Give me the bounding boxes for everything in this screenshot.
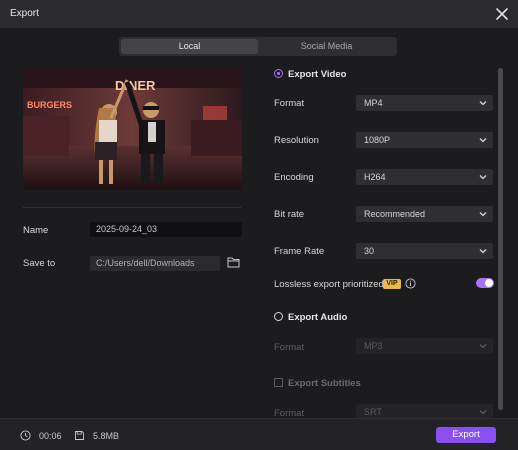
vip-badge: VIP bbox=[383, 279, 401, 289]
chevron-down-icon bbox=[479, 101, 487, 106]
subtitle-format-value: SRT bbox=[364, 407, 382, 417]
bit-rate-label: Bit rate bbox=[274, 209, 305, 220]
encoding-value: H264 bbox=[364, 172, 386, 182]
export-subtitles-label: Export Subtitles bbox=[288, 378, 361, 389]
encoding-label: Encoding bbox=[274, 172, 314, 183]
frame-rate-value: 30 bbox=[364, 246, 375, 256]
export-video-radio[interactable] bbox=[274, 69, 283, 78]
frame-rate-select[interactable]: 30 bbox=[356, 243, 493, 259]
frame-rate-label: Frame Rate bbox=[274, 246, 325, 257]
export-subtitles-checkbox[interactable] bbox=[274, 378, 283, 387]
footer-bar: 00:06 5.8MB Export bbox=[0, 418, 518, 450]
bit-rate-select[interactable]: Recommended bbox=[356, 206, 493, 222]
audio-format-select[interactable]: MP3 bbox=[356, 338, 493, 354]
resolution-value: 1080P bbox=[364, 135, 391, 145]
name-field[interactable]: 2025-09-24_03 bbox=[90, 222, 242, 237]
name-label: Name bbox=[23, 225, 49, 236]
chevron-down-icon bbox=[479, 249, 487, 254]
scrollbar-thumb[interactable] bbox=[498, 68, 503, 410]
export-audio-radio[interactable] bbox=[274, 312, 283, 321]
resolution-label: Resolution bbox=[274, 135, 319, 146]
left-divider bbox=[23, 207, 241, 208]
info-icon[interactable] bbox=[405, 278, 416, 289]
lossless-toggle[interactable] bbox=[476, 278, 494, 288]
title-bar: Export bbox=[0, 0, 518, 28]
lossless-label: Lossless export prioritized bbox=[274, 279, 384, 290]
resolution-select[interactable]: 1080P bbox=[356, 132, 493, 148]
format-select[interactable]: MP4 bbox=[356, 95, 493, 111]
tab-local[interactable]: Local bbox=[121, 39, 258, 54]
chevron-down-icon bbox=[479, 175, 487, 180]
chevron-down-icon bbox=[479, 410, 487, 415]
tab-social-media[interactable]: Social Media bbox=[258, 39, 395, 54]
save-to-label: Save to bbox=[23, 258, 56, 269]
clock-icon bbox=[20, 430, 31, 441]
file-size-text: 5.8MB bbox=[93, 431, 120, 441]
subtitle-format-select[interactable]: SRT bbox=[356, 404, 493, 418]
save-disk-icon bbox=[75, 431, 84, 440]
window-title: Export bbox=[10, 8, 39, 19]
export-video-label: Export Video bbox=[288, 69, 347, 80]
video-preview-thumbnail: DINER BURGERS bbox=[23, 68, 242, 190]
chevron-down-icon bbox=[479, 212, 487, 217]
save-path-field[interactable]: C:/Users/dell/Downloads bbox=[90, 256, 220, 271]
export-tabs: Local Social Media bbox=[119, 37, 397, 56]
format-label: Format bbox=[274, 98, 305, 109]
folder-icon[interactable] bbox=[227, 256, 240, 268]
close-icon[interactable] bbox=[494, 6, 510, 22]
export-button[interactable]: Export bbox=[436, 427, 496, 443]
format-value: MP4 bbox=[364, 98, 383, 108]
duration-text: 00:06 bbox=[39, 431, 62, 441]
audio-format-label: Format bbox=[274, 342, 305, 353]
bit-rate-value: Recommended bbox=[364, 209, 426, 219]
burgers-sign: BURGERS bbox=[27, 100, 72, 110]
encoding-select[interactable]: H264 bbox=[356, 169, 493, 185]
audio-format-value: MP3 bbox=[364, 341, 383, 351]
chevron-down-icon bbox=[479, 344, 487, 349]
export-audio-label: Export Audio bbox=[288, 312, 348, 323]
chevron-down-icon bbox=[479, 138, 487, 143]
